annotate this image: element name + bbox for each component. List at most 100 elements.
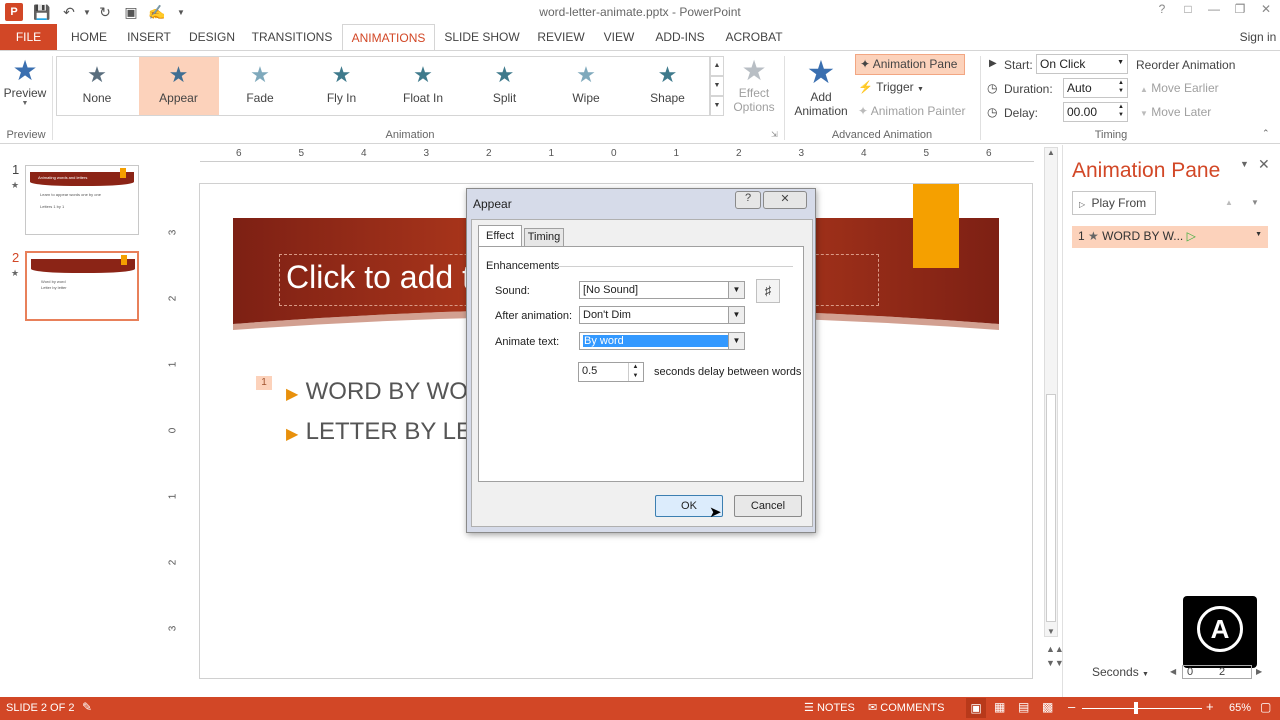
- restore-button[interactable]: ❐: [1230, 2, 1250, 20]
- minimize-button[interactable]: —: [1204, 2, 1224, 20]
- window-title: word-letter-animate.pptx - PowerPoint: [539, 5, 741, 19]
- play-from-button[interactable]: ▷ Play From: [1072, 191, 1156, 215]
- comments-button[interactable]: ✉ COMMENTS: [868, 701, 944, 714]
- slide-thumbnail-2[interactable]: Word by word Letter by letter: [25, 251, 139, 321]
- pane-close-icon[interactable]: ✕: [1258, 156, 1270, 173]
- zoom-slider-thumb[interactable]: [1134, 702, 1138, 714]
- fit-slide-icon[interactable]: ▢: [1260, 700, 1271, 714]
- ribbon-display-options-icon[interactable]: □: [1178, 2, 1198, 20]
- tab-design[interactable]: DESIGN: [184, 24, 240, 50]
- help-button[interactable]: ?: [1152, 2, 1172, 20]
- tab-acrobat[interactable]: ACROBAT: [720, 24, 788, 50]
- timeline-right-icon[interactable]: ▶: [1256, 667, 1262, 676]
- effect-shape[interactable]: ★ Shape: [628, 57, 708, 115]
- gallery-scroll-up[interactable]: ▲: [710, 56, 724, 76]
- zoom-out-icon[interactable]: –: [1068, 699, 1075, 714]
- scroll-up-icon[interactable]: ▲: [1045, 148, 1057, 157]
- scroll-down-icon[interactable]: ▼: [1045, 627, 1057, 636]
- tab-home[interactable]: HOME: [64, 24, 114, 50]
- group-divider: [52, 56, 53, 140]
- move-up-icon[interactable]: ▲: [1218, 193, 1240, 213]
- dialog-launcher-icon[interactable]: ⇲: [771, 130, 778, 139]
- effect-none[interactable]: ★ None: [57, 57, 137, 115]
- effect-fade[interactable]: ★ Fade: [220, 57, 300, 115]
- zoom-level[interactable]: 65%: [1229, 702, 1251, 714]
- tab-animations[interactable]: ANIMATIONS: [342, 24, 435, 51]
- sound-select[interactable]: [No Sound] ▼: [579, 281, 745, 299]
- chevron-down-icon: ▼: [728, 307, 744, 323]
- effect-fly-in[interactable]: ★ Fly In: [302, 57, 382, 115]
- duration-input[interactable]: Auto ▲ ▼: [1063, 78, 1128, 98]
- tab-insert[interactable]: INSERT: [122, 24, 176, 50]
- move-earlier-label: Move Earlier: [1151, 81, 1219, 95]
- dialog-help-button[interactable]: ?: [735, 191, 761, 209]
- sign-in-link[interactable]: Sign in: [1236, 24, 1280, 50]
- sound-volume-button[interactable]: ♯: [756, 279, 780, 303]
- spinner-icon: ▲ ▼: [1118, 104, 1124, 118]
- horizontal-ruler: 6 5 4 3 2 1 0 1 2 3 4 5 6: [200, 148, 1034, 162]
- add-animation-button[interactable]: ★ Add Animation: [788, 54, 854, 124]
- animation-list-item[interactable]: 1 ★ WORD BY W... ▷ ▼: [1072, 226, 1268, 248]
- pane-options-icon[interactable]: ▼: [1240, 159, 1249, 169]
- effect-split[interactable]: ★ Split: [465, 57, 545, 115]
- seconds-dropdown[interactable]: Seconds ▼: [1092, 665, 1149, 679]
- preview-button[interactable]: ★ Preview ▼: [2, 56, 48, 118]
- gallery-scroll-down[interactable]: ▼: [710, 76, 724, 96]
- zoom-slider[interactable]: [1082, 708, 1202, 709]
- tab-slide-show[interactable]: SLIDE SHOW: [442, 24, 522, 50]
- animate-text-label: Animate text:: [495, 336, 560, 348]
- move-earlier-button[interactable]: ▲ Move Earlier: [1140, 81, 1240, 95]
- appear-dialog: Appear ? ✕ Effect Timing Enhancements So…: [466, 188, 816, 533]
- scrollbar-thumb[interactable]: [1046, 394, 1056, 622]
- spellcheck-icon[interactable]: ✎: [82, 700, 92, 714]
- cancel-button[interactable]: Cancel: [734, 495, 802, 517]
- tab-timing[interactable]: Timing: [524, 228, 564, 246]
- ruler-tick-label: 2: [736, 148, 742, 159]
- chevron-down-icon[interactable]: ▼: [1255, 231, 1262, 238]
- tab-effect[interactable]: Effect: [478, 225, 522, 247]
- trigger-button[interactable]: ⚡ Trigger ▼: [858, 80, 958, 98]
- timeline-tick-0: 0: [1187, 666, 1194, 678]
- dialog-close-button[interactable]: ✕: [763, 191, 807, 209]
- tab-file[interactable]: FILE: [0, 24, 57, 50]
- lightning-icon: ⚡: [858, 80, 873, 94]
- animation-pane-button[interactable]: ✦ Animation Pane: [855, 54, 965, 75]
- gallery-more[interactable]: ▼: [710, 96, 724, 116]
- arrow-up-icon: ▲: [1140, 85, 1148, 94]
- effect-float-in[interactable]: ★ Float In: [383, 57, 463, 115]
- notes-button[interactable]: ☰ NOTES: [804, 701, 855, 714]
- animate-text-select[interactable]: By word ▼: [579, 332, 745, 350]
- play-from-label: Play From: [1091, 196, 1147, 210]
- after-animation-select[interactable]: Don't Dim ▼: [579, 306, 745, 324]
- enhancements-label: Enhancements: [486, 260, 560, 272]
- tab-add-ins[interactable]: ADD-INS: [648, 24, 712, 50]
- effect-options-button[interactable]: ★ Effect Options: [727, 56, 781, 124]
- tab-review[interactable]: REVIEW: [532, 24, 590, 50]
- animation-pane-label: Animation Pane: [872, 57, 958, 71]
- reading-view-icon[interactable]: ▤: [1018, 700, 1029, 714]
- canvas-scrollbar[interactable]: ▲ ▼: [1044, 147, 1058, 637]
- move-later-button[interactable]: ▼ Move Later: [1140, 105, 1240, 119]
- preview-star-icon: ★: [12, 55, 38, 86]
- timeline-left-icon[interactable]: ◀: [1170, 667, 1176, 676]
- slide-show-icon[interactable]: ▩: [1042, 700, 1053, 714]
- effect-wipe[interactable]: ★ Wipe: [546, 57, 626, 115]
- slide-thumbnail-1[interactable]: Animating words and letters Learn to app…: [25, 165, 139, 235]
- move-down-icon[interactable]: ▼: [1244, 193, 1266, 213]
- slide-sorter-icon[interactable]: ▦: [994, 700, 1005, 714]
- zoom-in-icon[interactable]: +: [1206, 699, 1214, 714]
- delay-input[interactable]: 00.00 ▲ ▼: [1063, 102, 1128, 122]
- animation-tag[interactable]: 1: [256, 376, 272, 390]
- comments-icon: ✉: [868, 702, 878, 714]
- start-select[interactable]: On Click ▼: [1036, 54, 1128, 74]
- tab-transitions[interactable]: TRANSITIONS: [248, 24, 336, 50]
- effect-appear[interactable]: ★ Appear: [138, 57, 219, 115]
- tab-view[interactable]: VIEW: [598, 24, 640, 50]
- close-button[interactable]: ✕: [1256, 2, 1276, 20]
- ruler-tick-label: 5: [298, 148, 305, 159]
- normal-view-icon[interactable]: ▣: [966, 698, 986, 718]
- animation-pane: Animation Pane ▼ ✕ ▷ Play From ▲ ▼ 1 ★ W…: [1062, 145, 1280, 697]
- animation-painter-button[interactable]: ✦ Animation Painter: [858, 104, 978, 122]
- collapse-ribbon-icon[interactable]: ⌃: [1262, 128, 1270, 139]
- delay-between-spinner[interactable]: 0.5 ▲ ▼: [578, 362, 644, 382]
